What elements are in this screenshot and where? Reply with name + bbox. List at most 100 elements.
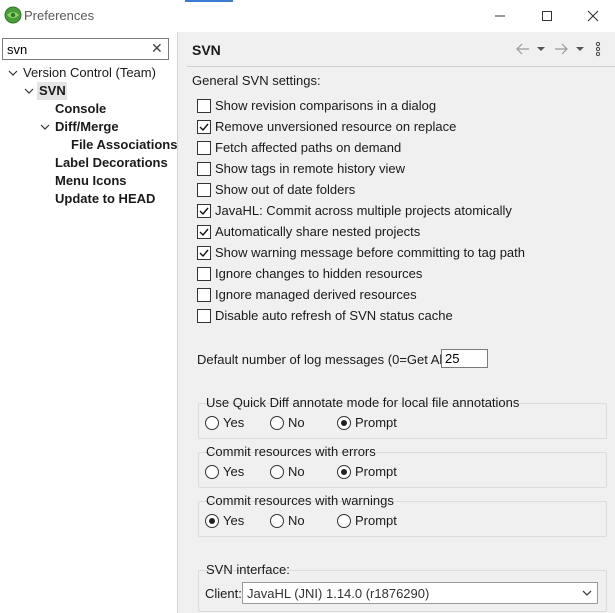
filter-input[interactable] — [7, 41, 147, 57]
option-label: JavaHL: Commit across multiple projects … — [215, 203, 512, 218]
option-show-revision-comparisons[interactable]: Show revision comparisons in a dialog — [197, 97, 436, 114]
option-javahl-commit-atomic[interactable]: JavaHL: Commit across multiple projects … — [197, 202, 512, 219]
option-show-out-of-date[interactable]: Show out of date folders — [197, 181, 355, 198]
checkbox[interactable] — [197, 182, 211, 197]
radio-button[interactable] — [337, 513, 351, 528]
checkbox[interactable] — [197, 287, 211, 302]
radio-label: Yes — [223, 415, 245, 430]
close-icon — [587, 10, 599, 22]
forward-button[interactable] — [553, 40, 569, 58]
option-ignore-hidden[interactable]: Ignore changes to hidden resources — [197, 265, 422, 282]
check-icon — [199, 207, 209, 215]
tree-item-version-control[interactable]: Version Control (Team) — [23, 64, 156, 82]
commit-errors-yes[interactable]: Yes — [205, 464, 244, 479]
back-history-dropdown[interactable] — [537, 40, 545, 58]
option-fetch-affected-paths[interactable]: Fetch affected paths on demand — [197, 139, 401, 156]
chevron-down-icon[interactable] — [7, 64, 19, 82]
checkbox-checked[interactable] — [197, 203, 211, 218]
option-label: Remove unversioned resource on replace — [215, 119, 457, 134]
caret-down-icon — [537, 47, 545, 51]
tree-item-file-associations[interactable]: File Associations — [71, 136, 177, 154]
option-ignore-derived[interactable]: Ignore managed derived resources — [197, 286, 417, 303]
client-select-value: JavaHL (JNI) 1.14.0 (r1876290) — [247, 586, 430, 601]
tree-item-svn[interactable]: SVN — [39, 82, 66, 100]
commit-errors-no[interactable]: No — [270, 464, 305, 479]
radio-label: No — [288, 513, 305, 528]
checkbox-checked[interactable] — [197, 119, 211, 134]
check-icon — [199, 123, 209, 131]
checkbox[interactable] — [197, 161, 211, 176]
group-label: Commit resources with errors — [206, 444, 376, 459]
tree-item-diff-merge[interactable]: Diff/Merge — [55, 118, 119, 136]
quick-diff-yes[interactable]: Yes — [205, 415, 244, 430]
option-label: Disable auto refresh of SVN status cache — [215, 308, 453, 323]
radio-label: Prompt — [355, 415, 397, 430]
checkbox-checked[interactable] — [197, 245, 211, 260]
option-disable-auto-refresh[interactable]: Disable auto refresh of SVN status cache — [197, 307, 453, 324]
window-accent-line — [185, 0, 233, 2]
radio-button[interactable] — [205, 415, 219, 430]
maximize-icon — [542, 11, 552, 21]
minimize-button[interactable] — [477, 0, 523, 32]
log-messages-label: Default number of log messages (0=Get Al… — [197, 352, 450, 367]
quick-diff-no[interactable]: No — [270, 415, 305, 430]
commit-warnings-prompt[interactable]: Prompt — [337, 513, 397, 528]
commit-warnings-yes[interactable]: Yes — [205, 513, 244, 528]
checkbox-checked[interactable] — [197, 224, 211, 239]
commit-warnings-no[interactable]: No — [270, 513, 305, 528]
radio-button-selected[interactable] — [337, 415, 351, 430]
option-show-tags[interactable]: Show tags in remote history view — [197, 160, 405, 177]
checkbox[interactable] — [197, 308, 211, 323]
radio-button[interactable] — [270, 415, 284, 430]
quick-diff-prompt[interactable]: Prompt — [337, 415, 397, 430]
radio-button-selected[interactable] — [337, 464, 351, 479]
checkbox[interactable] — [197, 140, 211, 155]
forward-history-dropdown[interactable] — [576, 40, 584, 58]
client-label: Client: — [205, 586, 242, 601]
page-title: SVN — [192, 42, 221, 58]
radio-button-selected[interactable] — [205, 513, 219, 528]
option-label: Show tags in remote history view — [215, 161, 406, 176]
option-label: Ignore changes to hidden resources — [215, 266, 423, 281]
radio-label: No — [288, 415, 305, 430]
clear-filter-icon[interactable]: ✕ — [151, 40, 163, 57]
radio-label: Yes — [223, 513, 245, 528]
check-icon — [199, 228, 209, 236]
option-label: Show revision comparisons in a dialog — [215, 98, 437, 113]
option-label: Automatically share nested projects — [215, 224, 421, 239]
tree-item-update-to-head[interactable]: Update to HEAD — [55, 190, 155, 208]
commit-errors-prompt[interactable]: Prompt — [337, 464, 397, 479]
view-menu-button[interactable] — [595, 40, 601, 58]
option-warn-commit-tag[interactable]: Show warning message before committing t… — [197, 244, 525, 261]
chevron-down-icon[interactable] — [39, 118, 51, 136]
radio-button[interactable] — [270, 513, 284, 528]
option-label: Show out of date folders — [215, 182, 356, 197]
option-remove-unversioned[interactable]: Remove unversioned resource on replace — [197, 118, 456, 135]
eclipse-logo-icon — [4, 6, 22, 24]
check-icon — [199, 249, 209, 257]
back-button[interactable] — [515, 40, 531, 58]
log-messages-input[interactable] — [441, 349, 488, 368]
arrow-right-icon — [555, 43, 568, 55]
caret-down-icon — [576, 47, 584, 51]
filter-box[interactable]: ✕ — [2, 38, 169, 60]
chevron-down-icon — [581, 587, 593, 602]
chevron-down-icon[interactable] — [23, 82, 35, 100]
radio-label: No — [288, 464, 305, 479]
option-share-nested-projects[interactable]: Automatically share nested projects — [197, 223, 420, 240]
radio-button[interactable] — [205, 464, 219, 479]
tree-item-menu-icons[interactable]: Menu Icons — [55, 172, 127, 190]
maximize-button[interactable] — [524, 0, 570, 32]
tree-item-label-decorations[interactable]: Label Decorations — [55, 154, 168, 172]
option-label: Fetch affected paths on demand — [215, 140, 402, 155]
radio-label: Yes — [223, 464, 245, 479]
tree-item-console[interactable]: Console — [55, 100, 106, 118]
svn-interface-label: SVN interface: — [206, 562, 290, 577]
checkbox[interactable] — [197, 266, 211, 281]
client-select[interactable]: JavaHL (JNI) 1.14.0 (r1876290) — [242, 582, 598, 604]
close-window-button[interactable] — [570, 0, 615, 32]
group-label: Commit resources with warnings — [206, 493, 394, 508]
radio-button[interactable] — [270, 464, 284, 479]
checkbox[interactable] — [197, 98, 211, 113]
option-label: Show warning message before committing t… — [215, 245, 526, 260]
